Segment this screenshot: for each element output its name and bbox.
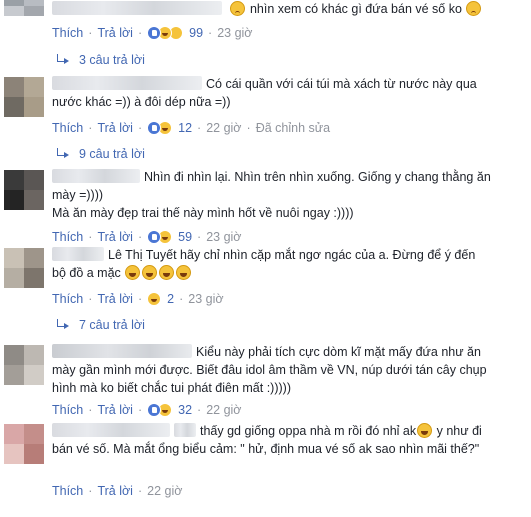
comment-text-line: Nhìn đi nhìn lại. Nhìn trên nhìn xuống. … bbox=[144, 170, 491, 184]
avatar[interactable] bbox=[4, 248, 44, 288]
author-name[interactable] bbox=[52, 423, 170, 437]
comment-body: Nhìn đi nhìn lại. Nhìn trên nhìn xuống. … bbox=[52, 168, 525, 222]
reply-arrow-icon bbox=[56, 54, 70, 66]
reply-link[interactable]: Trả lời bbox=[97, 484, 133, 498]
replies-label: 7 câu trả lời bbox=[79, 318, 145, 332]
comment-actions: Thích · Trả lời · 99 · 23 giờ bbox=[52, 26, 253, 40]
comment-text-line: hình mà ko biết chắc tui phát điên mất :… bbox=[52, 381, 291, 395]
author-avatar-blur bbox=[52, 247, 104, 261]
tagged-user[interactable] bbox=[174, 423, 196, 437]
avatar[interactable] bbox=[4, 170, 44, 210]
replies-label: 9 câu trả lời bbox=[79, 147, 145, 161]
replies-label: 3 câu trả lời bbox=[79, 53, 145, 67]
author-name[interactable]: Lê Thị Tuyết bbox=[108, 248, 177, 262]
reply-link[interactable]: Trả lời bbox=[97, 26, 133, 40]
like-link[interactable]: Thích bbox=[52, 230, 83, 244]
reaction-count[interactable]: 2 bbox=[167, 292, 174, 306]
comment-text-line: thấy gd giống oppa nhà m rồi đó nhỉ ak bbox=[200, 424, 417, 438]
comment-body: thấy gd giống oppa nhà m rồi đó nhỉ ak y… bbox=[52, 422, 525, 458]
reply-arrow-icon bbox=[56, 319, 70, 331]
comment-actions: Thích · Trả lời · 12 · 22 giờ · Đã chỉnh… bbox=[52, 121, 331, 135]
reactions[interactable] bbox=[147, 292, 162, 306]
timestamp[interactable]: 23 giờ bbox=[217, 26, 252, 40]
reactions[interactable] bbox=[147, 121, 173, 135]
comment-body: Lê Thị Tuyết hãy chỉ nhìn cặp mắt ngơ ng… bbox=[52, 246, 525, 282]
haha-reaction-icon bbox=[147, 292, 162, 306]
comment-text-line: Mà ăn mày đẹp trai thế này mình hốt về n… bbox=[52, 206, 354, 220]
comment-text-line: mày =)))) bbox=[52, 188, 104, 202]
edited-label[interactable]: Đã chỉnh sửa bbox=[256, 121, 330, 135]
view-replies[interactable]: 7 câu trả lời bbox=[56, 318, 145, 332]
reaction-count[interactable]: 32 bbox=[178, 403, 192, 417]
like-link[interactable]: Thích bbox=[52, 403, 83, 417]
comment-text-line: y như đi bbox=[436, 424, 482, 438]
avatar[interactable] bbox=[4, 0, 44, 16]
timestamp[interactable]: 22 giờ bbox=[206, 121, 241, 135]
reactions[interactable] bbox=[147, 403, 173, 417]
sad-emoji-icon bbox=[466, 1, 482, 16]
author-name[interactable] bbox=[52, 1, 222, 15]
like-link[interactable]: Thích bbox=[52, 121, 83, 135]
sad-emoji-icon bbox=[230, 1, 246, 16]
view-replies[interactable]: 9 câu trả lời bbox=[56, 147, 145, 161]
laughing-emoji-icon bbox=[417, 423, 433, 438]
reactions[interactable] bbox=[147, 26, 184, 40]
comment-text-line: bán vé số. Mà mắt ổng biểu cảm: " hử, đị… bbox=[52, 442, 480, 456]
comment-text-line: Kiểu này phải tích cực dòm kĩ mặt mấy đứ… bbox=[196, 345, 481, 359]
comment-text-line: Có cái quần với cái túi mà xách từ nước … bbox=[206, 77, 477, 91]
comment-body: Có cái quần với cái túi mà xách từ nước … bbox=[52, 75, 525, 111]
comment-text-line: mày gần mình mới được. Biết đâu idol âm … bbox=[52, 363, 487, 377]
reply-link[interactable]: Trả lời bbox=[97, 403, 133, 417]
avatar[interactable] bbox=[4, 424, 44, 464]
laughing-emoji-icon bbox=[159, 265, 175, 280]
comment-body: nhìn xem có khác gì đứa bán vé số ko bbox=[52, 0, 525, 18]
comment-body: Kiểu này phải tích cực dòm kĩ mặt mấy đứ… bbox=[52, 343, 525, 397]
laughing-emoji-icon bbox=[125, 265, 141, 280]
reactions[interactable] bbox=[147, 230, 173, 244]
author-name[interactable] bbox=[52, 76, 202, 90]
comment-actions: Thích · Trả lời · 59 · 23 giờ bbox=[52, 230, 242, 244]
reaction-count[interactable]: 59 bbox=[178, 230, 192, 244]
laughing-emoji-icon bbox=[142, 265, 158, 280]
reaction-count[interactable]: 99 bbox=[189, 26, 203, 40]
timestamp[interactable]: 22 giờ bbox=[206, 403, 241, 417]
author-name[interactable] bbox=[52, 344, 192, 358]
like-link[interactable]: Thích bbox=[52, 26, 83, 40]
laughing-emoji-icon bbox=[176, 265, 192, 280]
comment-actions: Thích · Trả lời · 2 · 23 giờ bbox=[52, 292, 224, 306]
reply-arrow-icon bbox=[56, 148, 70, 160]
avatar[interactable] bbox=[4, 77, 44, 117]
comment-text: nhìn xem có khác gì đứa bán vé số ko bbox=[249, 2, 462, 16]
avatar[interactable] bbox=[4, 345, 44, 385]
reply-link[interactable]: Trả lời bbox=[97, 230, 133, 244]
comment-actions: Thích · Trả lời · 22 giờ bbox=[52, 484, 183, 498]
reply-link[interactable]: Trả lời bbox=[97, 121, 133, 135]
comment-text-line: nước khác =)) à đôi dép nữa =)) bbox=[52, 95, 231, 109]
timestamp[interactable]: 22 giờ bbox=[147, 484, 182, 498]
comment-text-line: hãy chỉ nhìn cặp mắt ngơ ngác của a. Đừn… bbox=[180, 248, 476, 262]
reply-link[interactable]: Trả lời bbox=[97, 292, 133, 306]
comment-actions: Thích · Trả lời · 32 · 22 giờ bbox=[52, 403, 242, 417]
view-replies[interactable]: 3 câu trả lời bbox=[56, 53, 145, 67]
author-name[interactable] bbox=[52, 169, 140, 183]
like-link[interactable]: Thích bbox=[52, 292, 83, 306]
reaction-count[interactable]: 12 bbox=[178, 121, 192, 135]
timestamp[interactable]: 23 giờ bbox=[206, 230, 241, 244]
comment-text-line: bộ đồ a mặc bbox=[52, 266, 121, 280]
timestamp[interactable]: 23 giờ bbox=[188, 292, 223, 306]
like-link[interactable]: Thích bbox=[52, 484, 83, 498]
